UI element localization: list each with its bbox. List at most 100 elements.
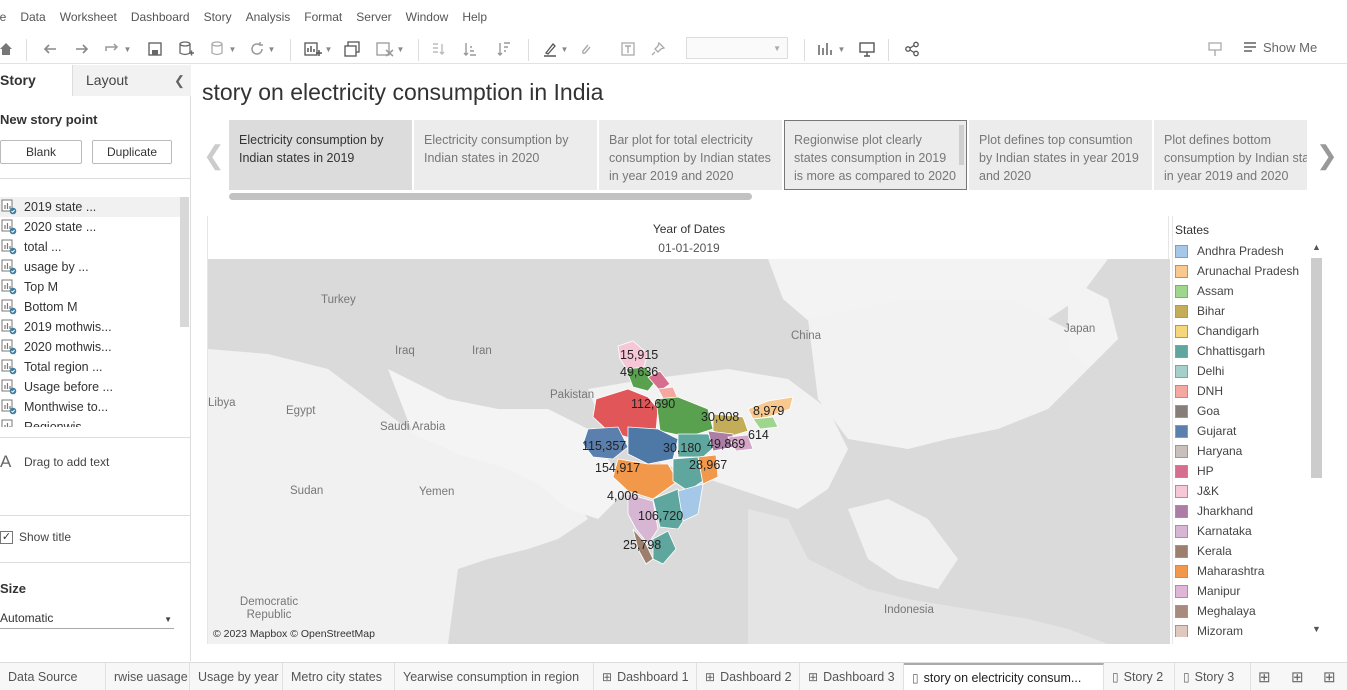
legend-item[interactable]: Haryana — [1175, 441, 1242, 461]
sheet-tab[interactable]: ▯ story on electricity consum... — [904, 663, 1104, 690]
menu-data[interactable]: Data — [13, 0, 52, 34]
fit-dropdown[interactable]: ▼ — [686, 37, 788, 59]
menu-worksheet[interactable]: Worksheet — [53, 0, 124, 34]
legend-item[interactable]: Karnataka — [1175, 521, 1252, 541]
replay-icon[interactable]: ▼ — [102, 37, 132, 61]
legend-item[interactable]: Delhi — [1175, 361, 1224, 381]
story-sheet-item[interactable]: usage by ... — [0, 257, 180, 277]
new-datasource-icon[interactable] — [176, 37, 196, 61]
legend-item[interactable]: Arunachal Pradesh — [1175, 261, 1299, 281]
menu-format[interactable]: Format — [297, 0, 349, 34]
sort-ascending-icon[interactable] — [460, 37, 480, 61]
refresh-icon[interactable]: ▼ — [246, 37, 278, 61]
legend-item[interactable]: Mizoram — [1175, 621, 1243, 637]
legend-scroll-thumb[interactable] — [1311, 258, 1322, 478]
story-point-2[interactable]: Electricity consumption by Indian states… — [414, 120, 597, 190]
home-icon[interactable] — [0, 37, 16, 61]
blank-button[interactable]: Blank — [0, 140, 82, 164]
sheet-tab[interactable]: ⊞ Dashboard 2 — [697, 663, 800, 690]
story-point-6[interactable]: Plot defines bottom consumption by India… — [1154, 120, 1307, 190]
story-sheet-item[interactable]: Usage before ... — [0, 377, 180, 397]
duplicate-sheet-icon[interactable] — [342, 37, 364, 61]
story-sheet-item[interactable]: Regionwis... — [0, 417, 180, 427]
next-point-arrow[interactable]: ❯ — [1316, 140, 1338, 171]
legend-item[interactable]: Chandigarh — [1175, 321, 1259, 341]
sheet-tab[interactable]: Usage by year — [190, 663, 283, 690]
show-me-button[interactable]: Show Me — [1243, 40, 1317, 55]
story-sheet-item[interactable]: 2019 mothwis... — [0, 317, 180, 337]
tab-story[interactable]: Story — [0, 65, 73, 96]
story-sheet-item[interactable]: Bottom M — [0, 297, 180, 317]
label-icon[interactable] — [618, 37, 638, 61]
menu-help[interactable]: Help — [455, 0, 494, 34]
duplicate-button[interactable]: Duplicate — [92, 140, 172, 164]
chart-type-icon[interactable]: ▼ — [814, 37, 848, 61]
sheet-tab[interactable]: rwise uasage — [106, 663, 190, 690]
save-icon[interactable] — [145, 37, 165, 61]
menu-file[interactable]: le — [0, 0, 13, 34]
story-point-1[interactable]: Electricity consumption by Indian states… — [229, 120, 412, 190]
legend-item[interactable]: Meghalaya — [1175, 601, 1256, 621]
story-sheet-item[interactable]: Top M — [0, 277, 180, 297]
story-title[interactable]: story on electricity consumption in Indi… — [202, 79, 603, 106]
highlight-icon[interactable]: ▼ — [538, 37, 572, 61]
legend-scrollbar[interactable]: ▲ ▼ — [1310, 241, 1323, 637]
collapse-panel-icon[interactable]: ❮ — [174, 73, 185, 89]
story-sheet-item[interactable]: 2020 state ... — [0, 217, 180, 237]
legend-item[interactable]: Jharkhand — [1175, 501, 1253, 521]
new-dashboard-tab-icon[interactable]: ⊞ — [1291, 668, 1304, 686]
story-sheet-item[interactable]: 2019 state ... — [0, 197, 180, 217]
legend-item[interactable]: Bihar — [1175, 301, 1225, 321]
show-title-checkbox[interactable]: ✓ Show title — [0, 530, 71, 544]
new-worksheet-icon[interactable]: ▼ — [300, 37, 336, 61]
legend-item[interactable]: Andhra Pradesh — [1175, 241, 1284, 261]
story-point-5[interactable]: Plot defines top consumtion by Indian st… — [969, 120, 1152, 190]
sheet-tab[interactable]: Yearwise consumption in region — [395, 663, 594, 690]
new-worksheet-tab-icon[interactable]: ⊞ — [1258, 668, 1271, 686]
menu-server[interactable]: Server — [349, 0, 398, 34]
share-icon[interactable] — [902, 37, 922, 61]
scroll-down-icon[interactable]: ▼ — [1312, 624, 1321, 634]
sheet-tab[interactable]: ⊞ Dashboard 3 — [800, 663, 904, 690]
legend-item[interactable]: Gujarat — [1175, 421, 1236, 441]
size-dropdown[interactable]: Automatic ▼ — [0, 611, 174, 629]
legend-item[interactable]: HP — [1175, 461, 1214, 481]
undo-icon[interactable] — [40, 37, 60, 61]
legend-item[interactable]: Manipur — [1175, 581, 1240, 601]
story-sheet-item[interactable]: Total region ... — [0, 357, 180, 377]
legend-item[interactable]: Assam — [1175, 281, 1234, 301]
menu-dashboard[interactable]: Dashboard — [124, 0, 197, 34]
legend-item[interactable]: Kerala — [1175, 541, 1232, 561]
tooltip-icon[interactable] — [1205, 37, 1225, 61]
legend-item[interactable]: J&K — [1175, 481, 1219, 501]
scroll-up-icon[interactable]: ▲ — [1312, 242, 1321, 252]
sheet-tab[interactable]: ▯ Story 2 — [1104, 663, 1175, 690]
pause-update-icon[interactable]: ▼ — [207, 37, 239, 61]
presentation-icon[interactable] — [856, 37, 878, 61]
legend-item[interactable]: Chhattisgarh — [1175, 341, 1265, 361]
menu-window[interactable]: Window — [399, 0, 456, 34]
story-sheet-item[interactable]: 2020 mothwis... — [0, 337, 180, 357]
story-sheet-item[interactable]: total ... — [0, 237, 180, 257]
data-source-tab[interactable]: Data Source — [0, 663, 106, 690]
story-point-3[interactable]: Bar plot for total electricity consumpti… — [599, 120, 782, 190]
clear-sheet-icon[interactable]: ▼ — [372, 37, 408, 61]
legend-item[interactable]: Maharashtra — [1175, 561, 1264, 581]
menu-analysis[interactable]: Analysis — [239, 0, 298, 34]
redo-icon[interactable] — [72, 37, 92, 61]
story-point-4[interactable]: Regionwise plot clearly states consumpti… — [784, 120, 967, 190]
swap-icon[interactable] — [428, 37, 448, 61]
new-story-tab-icon[interactable]: ⊞ — [1323, 668, 1336, 686]
story-navigator-scrollbar[interactable] — [229, 193, 752, 200]
story-point-grip[interactable] — [959, 125, 964, 165]
previous-point-arrow[interactable]: ❮ — [203, 140, 225, 171]
pin-icon[interactable] — [648, 37, 668, 61]
map-attribution[interactable]: © 2023 Mapbox © OpenStreetMap — [213, 628, 375, 640]
legend-item[interactable]: DNH — [1175, 381, 1223, 401]
map-canvas[interactable]: Turkey Iraq Iran Libya Egypt Saudi Arabi… — [208, 259, 1170, 644]
menu-story[interactable]: Story — [197, 0, 239, 34]
sheet-tab[interactable]: Metro city states — [283, 663, 395, 690]
sheet-list-scrollbar[interactable] — [180, 197, 189, 327]
group-icon[interactable] — [576, 37, 596, 61]
filter-value[interactable]: 01-01-2019 — [208, 241, 1170, 255]
